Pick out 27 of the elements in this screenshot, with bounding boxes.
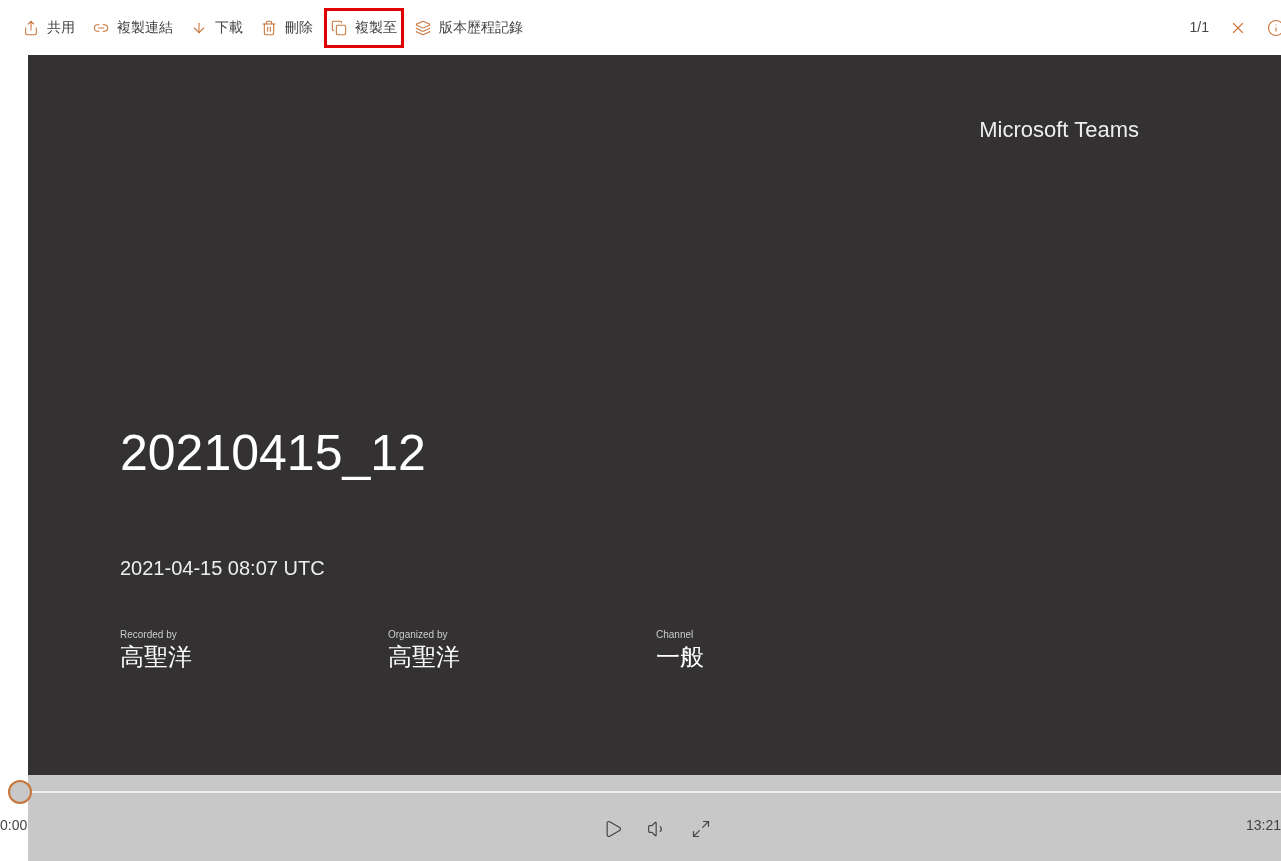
- field-label: Recorded by: [120, 628, 178, 642]
- brand-text: Microsoft Teams: [979, 116, 1139, 144]
- elapsed-time: 0:00: [0, 816, 28, 835]
- toolbar-button[interactable]: 複製至: [324, 7, 404, 48]
- info-button[interactable]: [1267, 18, 1281, 37]
- page-counter: 1/1: [1189, 18, 1209, 37]
- seek-slider[interactable]: [8, 780, 1281, 804]
- fullscreen-icon: [690, 819, 711, 839]
- recording-datetime: 2021-04-15 08:07 UTC: [120, 556, 326, 581]
- field-value: 高聖洋: [388, 642, 461, 672]
- field-value: 高聖洋: [120, 642, 193, 672]
- share-icon: [23, 19, 39, 36]
- info-icon: [1267, 18, 1281, 37]
- field-label: Channel: [656, 628, 695, 642]
- field-label: Organized by: [388, 628, 449, 642]
- toolbar-button[interactable]: 下載: [184, 7, 250, 48]
- toolbar-button[interactable]: 複製連結: [86, 7, 180, 48]
- toolbar-button[interactable]: 刪除: [254, 7, 320, 48]
- fullscreen-button[interactable]: [690, 819, 711, 839]
- duration-time: 13:21: [1245, 816, 1281, 835]
- toolbar-button[interactable]: 版本歷程記錄: [408, 7, 530, 48]
- seek-thumb[interactable]: [8, 780, 32, 804]
- toolbar-button[interactable]: 共用: [16, 7, 82, 48]
- field-value: 一般: [656, 642, 705, 672]
- video-title: 20210415_12: [120, 424, 427, 483]
- trash-icon: [261, 19, 277, 36]
- copy-icon: [331, 19, 347, 36]
